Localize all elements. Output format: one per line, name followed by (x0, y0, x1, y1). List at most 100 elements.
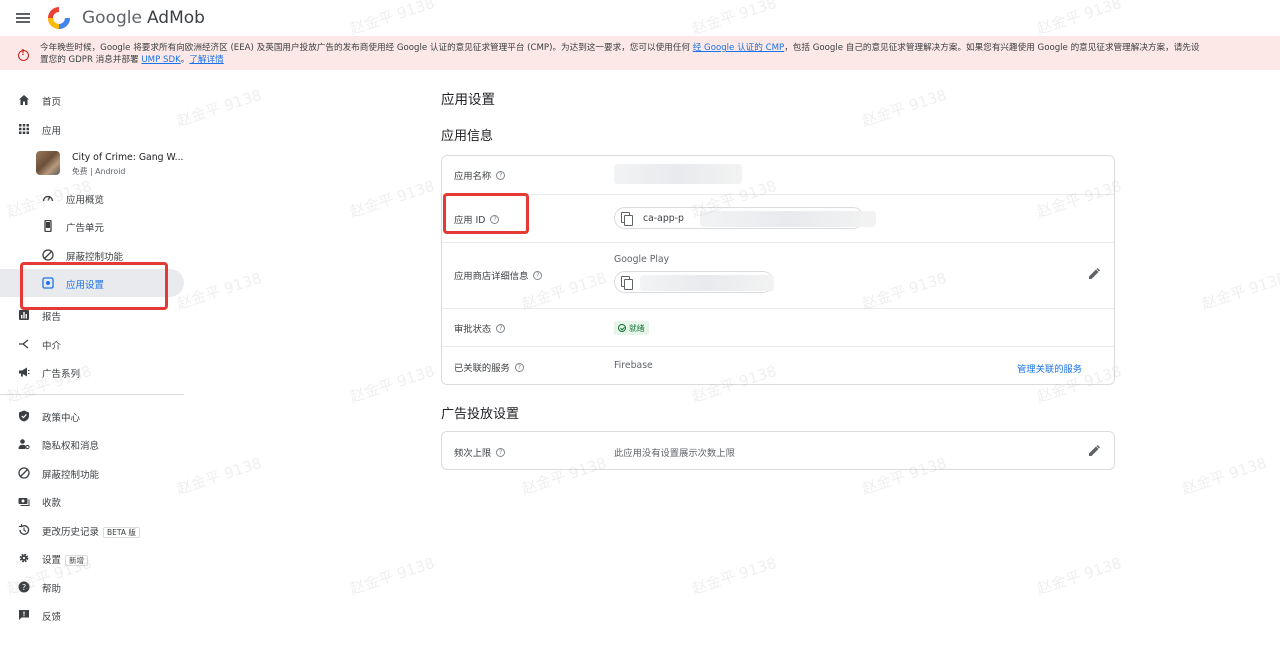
status-text: 就绪 (629, 323, 645, 333)
app-name-row: 应用名称? (442, 156, 1114, 194)
pencil-icon[interactable] (1087, 444, 1101, 458)
watermark: 赵金平 9138 (347, 176, 437, 222)
store-details-label-text: 应用商店详细信息 (454, 271, 529, 282)
sidebar-item-label: 广告系列 (42, 369, 81, 380)
app-thumbnail (36, 151, 60, 175)
sidebar-item-policy-center[interactable]: 政策中心 (0, 402, 184, 430)
redacted-app-id (700, 211, 876, 227)
pencil-icon[interactable] (1087, 267, 1101, 281)
ump-sdk-link[interactable]: UMP SDK (141, 55, 180, 65)
sidebar-item-feedback[interactable]: 反馈 (0, 601, 184, 629)
sidebar-item-label: 应用 (42, 126, 62, 137)
help-icon[interactable]: ? (514, 362, 524, 372)
copy-icon[interactable] (621, 276, 633, 290)
app-id-label-text: 应用 ID (454, 215, 486, 226)
selected-app[interactable]: City of Crime: Gang W... 免费 | Android (36, 151, 186, 179)
brand-product: AdMob (146, 8, 205, 28)
sidebar-item-reports[interactable]: 报告 (0, 301, 184, 329)
sidebar-item-app-settings[interactable]: 应用设置 (0, 269, 184, 297)
app-name-label-text: 应用名称 (454, 171, 492, 182)
approval-status-row: 审批状态? 就绪 (442, 308, 1114, 346)
change-history-label: 更改历史记录 (42, 527, 100, 538)
home-icon (19, 95, 29, 105)
sidebar-item-label: 报告 (42, 312, 62, 323)
status-badge: 就绪 (614, 321, 649, 335)
app-meta: 免费 | Android (72, 167, 126, 176)
sidebar-item-label: 应用设置 (66, 280, 105, 291)
check-circle-icon (618, 324, 626, 332)
watermark: 赵金平 9138 (1179, 453, 1269, 499)
linked-services-label: 已关联的服务? (454, 360, 524, 374)
redacted-package-name (640, 275, 774, 291)
block-icon (18, 467, 30, 479)
app-info-card: 应用名称? 应用 ID? ca-app-p 应用商店详细信息? Google P… (441, 155, 1115, 385)
ad-serving-title: 广告投放设置 (441, 407, 520, 422)
certified-cmp-link[interactable]: 经 Google 认证的 CMP (693, 43, 784, 53)
sidebar-item-label: 广告单元 (66, 223, 105, 234)
sidebar-item-privacy-messaging[interactable]: 隐私权和消息 (0, 430, 184, 458)
sidebar-item-label: 首页 (42, 97, 62, 108)
app-id-value: ca-app-p (643, 212, 684, 224)
sidebar-divider (0, 394, 184, 395)
sidebar-item-home[interactable]: 首页 (0, 86, 184, 114)
mediation-icon (19, 339, 29, 349)
frequency-cap-label-text: 频次上限 (454, 448, 492, 459)
app-id-row: 应用 ID? ca-app-p (442, 194, 1114, 242)
admob-logo-icon (46, 5, 72, 31)
cmp-requirement-banner: 今年晚些时候，Google 将要求所有向欧洲经济区 (EEA) 及英国用户投放广… (0, 36, 1280, 70)
watermark: 赵金平 9138 (1034, 553, 1124, 599)
sidebar-item-label: 反馈 (42, 612, 62, 623)
sidebar-item-mediation[interactable]: 中介 (0, 330, 184, 358)
history-icon (18, 524, 30, 535)
sidebar-item-label: 屏蔽控制功能 (66, 252, 124, 263)
sidebar-item-apps[interactable]: 应用 (0, 115, 184, 143)
sidebar-item-ad-units[interactable]: 广告单元 (0, 212, 184, 240)
watermark: 赵金平 9138 (1199, 268, 1280, 314)
error-icon (18, 48, 29, 61)
sidebar-item-campaigns[interactable]: 广告系列 (0, 358, 184, 386)
banner-message: 今年晚些时候，Google 将要求所有向欧洲经济区 (EEA) 及英国用户投放广… (40, 42, 1265, 66)
watermark: 赵金平 9138 (347, 361, 437, 407)
linked-service-value: Firebase (614, 360, 653, 371)
manage-linked-services-link[interactable]: 管理关联的服务 (1017, 361, 1082, 375)
sidebar-item-label: 设置 新增 (42, 552, 89, 566)
person-settings-icon (18, 439, 30, 450)
learn-more-link[interactable]: 了解详情 (189, 55, 223, 65)
linked-services-row: 已关联的服务? Firebase 管理关联的服务 (442, 346, 1114, 384)
approval-status-label-text: 审批状态 (454, 324, 492, 335)
bar-chart-icon (19, 310, 29, 320)
help-icon[interactable]: ? (496, 170, 506, 180)
store-value: Google Play (614, 254, 670, 265)
frequency-cap-row: 频次上限? 此应用没有设置展示次数上限 (442, 432, 1114, 469)
ad-serving-card: 频次上限? 此应用没有设置展示次数上限 (441, 431, 1115, 470)
help-icon[interactable]: ? (496, 323, 506, 333)
sidebar-item-blocking-controls[interactable]: 屏蔽控制功能 (0, 241, 184, 269)
top-app-bar: Google AdMob (0, 0, 1280, 36)
sidebar-item-help[interactable]: ? 帮助 (0, 573, 184, 601)
frequency-cap-label: 频次上限? (454, 445, 506, 459)
sidebar-item-change-history[interactable]: 更改历史记录 BETA 版 (0, 516, 184, 544)
brand-google: Google (82, 8, 142, 28)
frequency-cap-value: 此应用没有设置展示次数上限 (614, 448, 735, 459)
feedback-icon (19, 610, 29, 620)
new-badge: 新增 (65, 555, 89, 566)
app-name-label: 应用名称? (454, 168, 506, 182)
page-title: 应用设置 (441, 92, 495, 108)
sidebar-item-label: 隐私权和消息 (42, 441, 100, 452)
svg-text:?: ? (22, 583, 26, 592)
help-icon[interactable]: ? (496, 447, 506, 457)
help-icon: ? (18, 581, 30, 593)
menu-icon[interactable] (16, 13, 30, 23)
sidebar-item-settings[interactable]: 设置 新增 (0, 544, 184, 572)
sidebar-item-payments[interactable]: 收款 (0, 487, 184, 515)
help-icon[interactable]: ? (533, 270, 543, 280)
redacted-app-name (614, 164, 742, 184)
help-icon[interactable]: ? (490, 214, 500, 224)
beta-badge: BETA 版 (103, 527, 140, 538)
megaphone-icon (19, 367, 30, 377)
sidebar-item-app-overview[interactable]: 应用概览 (0, 184, 184, 212)
app-name: City of Crime: Gang W... (72, 152, 184, 163)
store-details-label: 应用商店详细信息? (454, 268, 543, 282)
sidebar-item-blocking-controls-global[interactable]: 屏蔽控制功能 (0, 459, 184, 487)
copy-icon[interactable] (621, 212, 633, 226)
